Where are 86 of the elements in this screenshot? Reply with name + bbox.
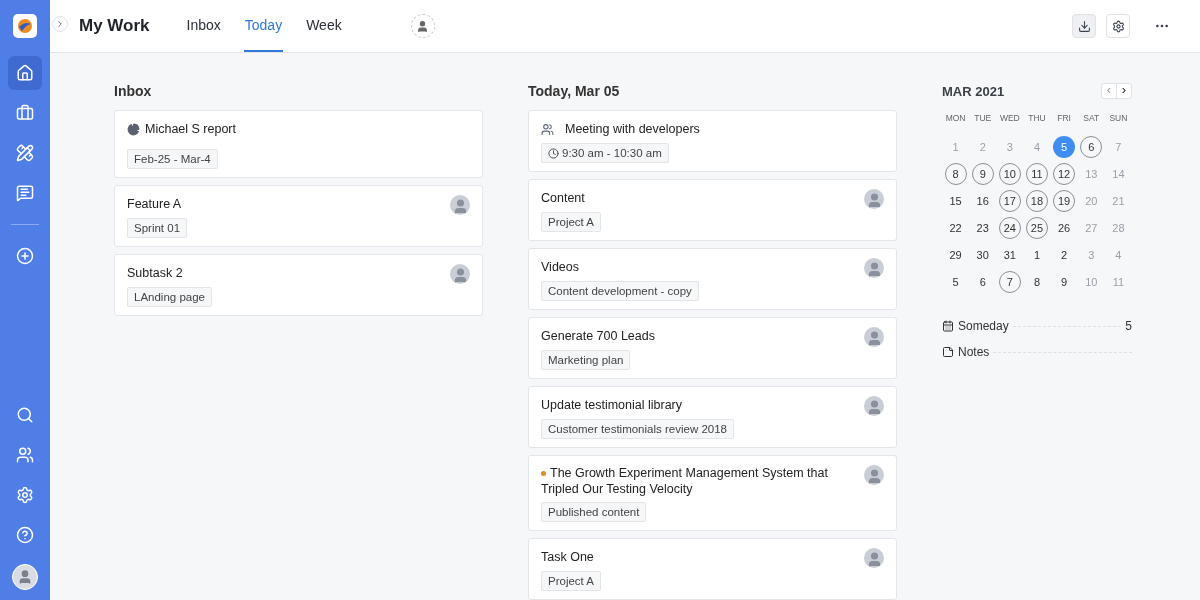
calendar-day[interactable]: 6 bbox=[971, 271, 994, 293]
task-card[interactable]: Generate 700 Leads Marketing plan bbox=[528, 317, 897, 379]
calendar-day[interactable]: 15 bbox=[944, 190, 967, 212]
list-link[interactable]: Notes bbox=[958, 345, 990, 359]
search-icon bbox=[16, 406, 34, 424]
calendar-day[interactable]: 31 bbox=[998, 244, 1021, 266]
calendar-day[interactable]: 26 bbox=[1053, 217, 1076, 239]
tab[interactable]: Today bbox=[243, 0, 284, 52]
toolbar-button[interactable] bbox=[1072, 14, 1096, 38]
task-card[interactable]: Meeting with developers 9:30 am - 10:30 am bbox=[528, 110, 897, 172]
calendar-day[interactable]: 5 bbox=[944, 271, 967, 293]
task-title: Videos bbox=[541, 259, 579, 275]
calendar-day[interactable]: 22 bbox=[944, 217, 967, 239]
weekday-label: FRI bbox=[1056, 113, 1072, 123]
tab[interactable]: Week bbox=[305, 0, 343, 52]
sidebar-item[interactable] bbox=[8, 56, 42, 90]
briefcase-icon bbox=[16, 104, 34, 122]
users-icon bbox=[16, 446, 34, 464]
chevron-right-icon bbox=[55, 19, 65, 29]
weekday-label: THU bbox=[1027, 113, 1047, 123]
person-icon bbox=[416, 19, 430, 33]
task-title: The Growth Experiment Management System that Tripled Our Testing Velocity bbox=[541, 465, 829, 497]
task-card[interactable]: Michael S report Feb-25 - Mar-4 bbox=[114, 110, 483, 178]
task-card[interactable]: The Growth Experiment Management System that Tripled Our Testing Velocity Published content bbox=[528, 455, 897, 531]
weekday-label: SUN bbox=[1108, 113, 1129, 123]
add-icon bbox=[16, 247, 34, 265]
task-card[interactable]: Content Project A bbox=[528, 179, 897, 241]
task-card[interactable]: Task One Project A bbox=[528, 538, 897, 600]
calendar-day[interactable]: 16 bbox=[971, 190, 994, 212]
weekday-label: SAT bbox=[1082, 113, 1101, 123]
weekday-label: WED bbox=[998, 113, 1021, 123]
task-title: Generate 700 Leads bbox=[541, 328, 655, 344]
calendar-month: MAR 2021 bbox=[942, 83, 1005, 99]
clock-icon bbox=[548, 147, 559, 159]
settings-icon bbox=[16, 486, 34, 504]
count-label: 5 bbox=[1125, 319, 1132, 333]
user-avatar[interactable] bbox=[12, 564, 38, 590]
expand-toggle[interactable] bbox=[52, 16, 68, 32]
task-card[interactable]: Videos Content development - copy bbox=[528, 248, 897, 310]
page-title: My Work bbox=[79, 15, 150, 37]
tab[interactable]: Inbox bbox=[185, 0, 222, 52]
weekday-label: TUE bbox=[973, 113, 993, 123]
note-icon bbox=[942, 346, 954, 358]
people-icon bbox=[541, 122, 554, 136]
task-title: Content bbox=[541, 190, 585, 206]
calendar-day[interactable]: 2 bbox=[1053, 244, 1076, 266]
project-tag: Feb-25 - Mar-4 bbox=[127, 149, 218, 169]
task-title: Subtask 2 bbox=[127, 265, 183, 281]
logo-icon bbox=[13, 14, 37, 38]
toolbar-button[interactable] bbox=[1106, 14, 1130, 38]
task-card[interactable]: Subtask 2 LAnding page bbox=[114, 254, 483, 316]
task-title: Michael S report bbox=[145, 121, 236, 137]
task-title: Meeting with developers bbox=[565, 121, 700, 137]
calendar-day[interactable]: 23 bbox=[971, 217, 994, 239]
time-tag: 9:30 am - 10:30 am bbox=[541, 143, 669, 163]
column-title: Today, Mar 05 bbox=[528, 83, 621, 99]
task-title: Feature A bbox=[127, 196, 182, 212]
calendar-day[interactable]: 30 bbox=[971, 244, 994, 266]
task-title: Task One bbox=[541, 549, 594, 565]
weekday-label: MON bbox=[944, 113, 967, 123]
task-card[interactable]: Feature A Sprint 01 bbox=[114, 185, 483, 247]
tray-download-icon bbox=[1077, 19, 1091, 33]
calendar-day[interactable]: 8 bbox=[1026, 271, 1048, 293]
project-tag: LAnding page bbox=[127, 287, 212, 307]
calendar-day[interactable]: 29 bbox=[944, 244, 967, 266]
project-tag: Project A bbox=[541, 571, 602, 591]
calendar-day[interactable]: 1 bbox=[1026, 244, 1048, 266]
project-tag: Project A bbox=[541, 212, 602, 232]
project-tag: Content development - copy bbox=[541, 281, 699, 301]
tools-icon bbox=[16, 144, 34, 162]
next-month-button[interactable]: › bbox=[1116, 84, 1131, 98]
project-tag: Customer testimonials review 2018 bbox=[541, 419, 734, 439]
project-tag: Marketing plan bbox=[541, 350, 631, 370]
help-icon bbox=[16, 526, 34, 544]
task-card[interactable]: Update testimonial library Customer testimonials review 2018 bbox=[528, 386, 897, 448]
project-tag: Published content bbox=[541, 502, 647, 522]
calendar-day[interactable]: 9 bbox=[1053, 271, 1076, 293]
settings-icon bbox=[1111, 19, 1125, 33]
pie-chart-icon bbox=[127, 122, 140, 136]
home-icon bbox=[16, 64, 34, 82]
column-title: Inbox bbox=[114, 83, 153, 99]
calendar-icon bbox=[942, 320, 954, 332]
list-link[interactable]: Someday bbox=[958, 319, 1009, 333]
task-title: Update testimonial library bbox=[541, 397, 683, 413]
project-tag: Sprint 01 bbox=[127, 218, 188, 238]
chat-icon bbox=[16, 184, 34, 202]
